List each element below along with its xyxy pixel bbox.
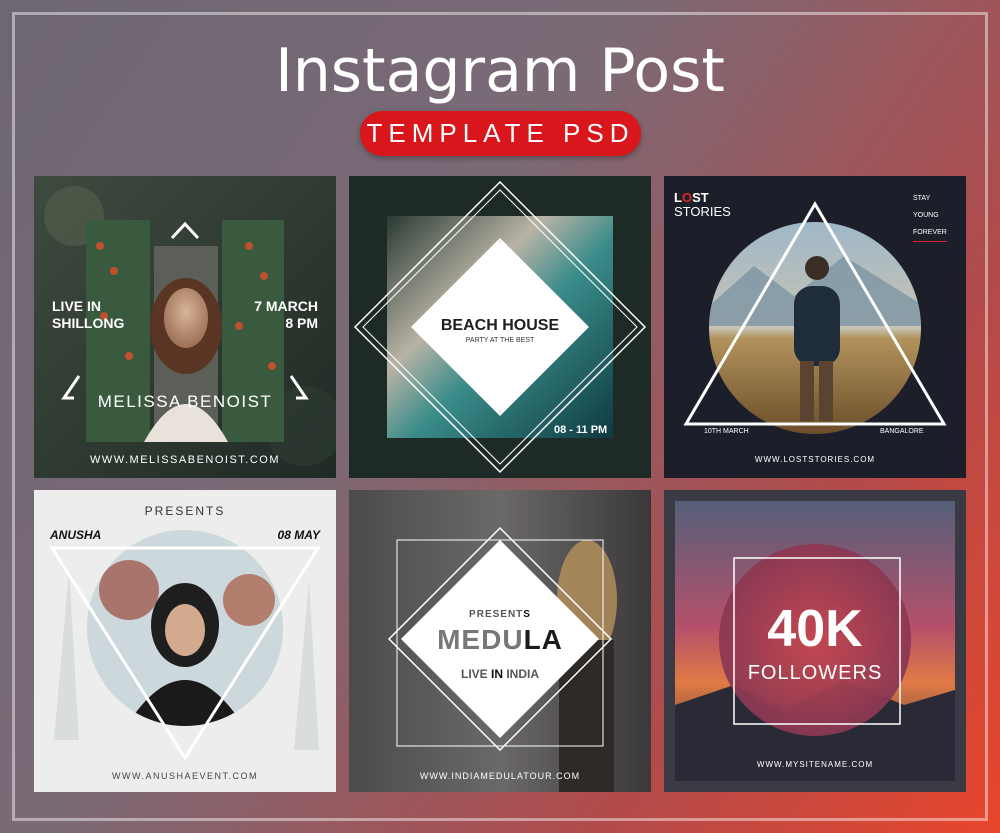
tagline-young: YOUNG [913,212,939,219]
website-link[interactable]: WWW.MYSITENAME.COM [664,760,966,769]
post-40k-followers[interactable]: 40K FOLLOWERS WWW.MYSITENAME.COM [664,490,966,792]
website-link[interactable]: WWW.MELISSABENOIST.COM [34,454,336,466]
date-line-2: 8 PM [285,315,318,331]
performer-name: ANUSHA [50,528,102,542]
presents-label: PRESENTS [144,504,226,518]
follower-count: 40K [767,600,863,658]
date-label: 7 MARCH 8 PM [254,298,318,332]
date-line-1: 7 MARCH [254,298,318,314]
tagline-menu: STAY YOUNG FOREVER [913,190,947,242]
post-beach-house[interactable]: × × BEACH HOUSE PARTY AT THE BEST 08 - 1… [349,176,651,478]
post-anusha[interactable]: PRESENTS ANUSHA 08 MAY WWW.ANUSHAEVENT.C… [34,490,336,792]
event-subtitle: PARTY AT THE BEST [465,337,535,344]
event-time: 08 - 11 PM [554,424,608,436]
brand-logo-line-2: STORIES [674,204,731,219]
event-date: 10TH MARCH [704,428,749,435]
location-line-1: LIVE IN [52,298,102,314]
location-line-2: SHILLONG [52,315,125,331]
svg-text:×: × [498,237,503,246]
location-label: LIVE IN SHILLONG [52,298,124,332]
website-link[interactable]: WWW.ANUSHAEVENT.COM [34,771,336,781]
svg-text:×: × [498,407,503,416]
page-title: Instagram Post [275,36,725,106]
event-tagline: LIVE IN INDIA [460,667,539,681]
event-place: BANGALORE [880,428,924,435]
presents-label: PRESENTS [469,609,531,620]
website-link[interactable]: WWW.LOSTSTORIES.COM [664,455,966,464]
website-link[interactable]: WWW.INDIAMEDULATOUR.COM [349,771,651,781]
post-medula[interactable]: PRESENTS MEDULA LIVE IN INDIA WWW.INDIAM… [349,490,651,792]
tagline-forever: FOREVER [913,224,947,242]
followers-label: FOLLOWERS [747,662,883,684]
event-title: BEACH HOUSE [440,317,560,334]
event-date: 08 MAY [277,528,320,542]
event-title: MEDULA [437,624,563,655]
template-psd-badge: TEMPLATE PSD [360,111,641,156]
brand-logo-line-1: LOST [674,190,709,205]
tagline-stay: STAY [913,195,931,202]
post-lost-stories[interactable]: LOST STORIES STAY YOUNG FOREVER 10TH MAR… [664,176,966,478]
post-melissa-benoist[interactable]: LIVE IN SHILLONG 7 MARCH 8 PM MELISSA BE… [34,176,336,478]
performer-name: MELISSA BENOIST [97,392,273,411]
